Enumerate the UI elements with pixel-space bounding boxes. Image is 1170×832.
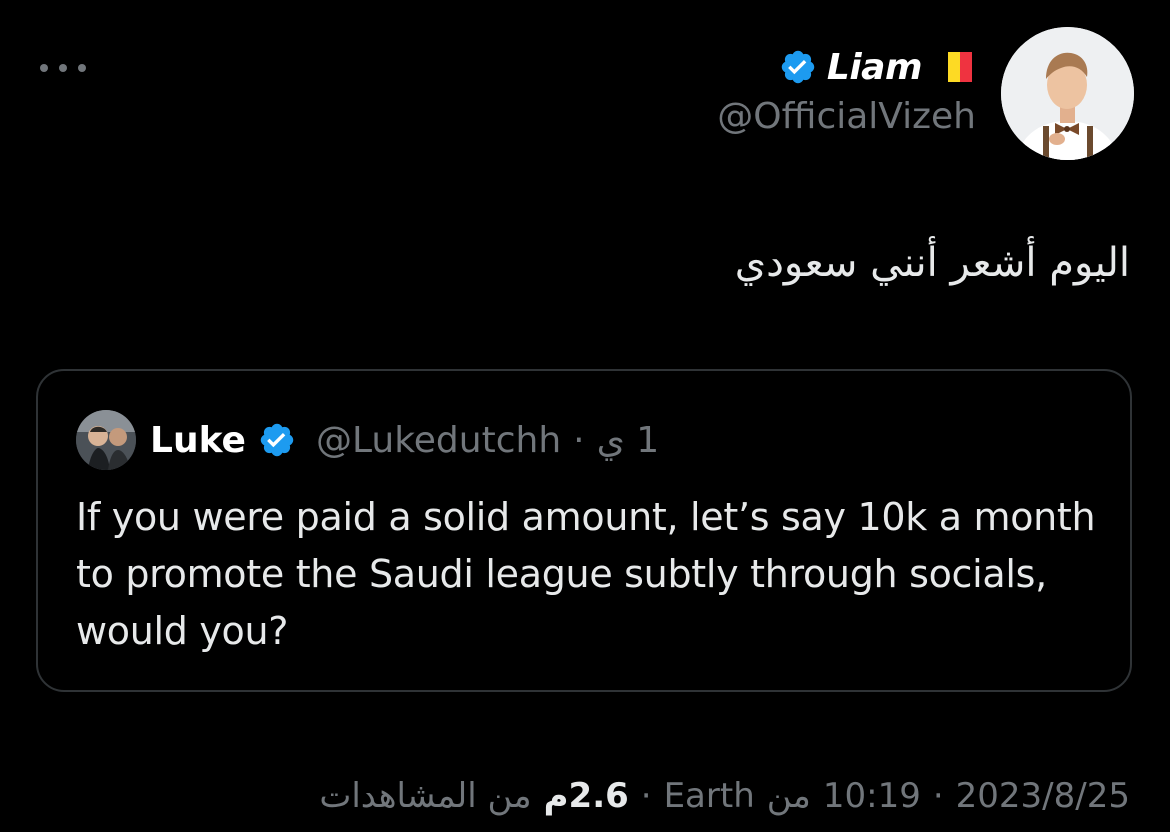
- tweet-text: اليوم أشعر أنني سعودي: [734, 240, 1130, 286]
- meta-separator: ·: [640, 776, 652, 816]
- author-display-name[interactable]: Liam: [827, 47, 923, 88]
- author-name-row: Liam: [779, 44, 972, 90]
- more-dot-icon: [59, 64, 67, 72]
- tweet-source: Earth: [663, 776, 755, 816]
- quoted-timestamp[interactable]: 1 ي: [597, 420, 660, 461]
- quoted-tweet-card[interactable]: Luke @Lukedutchh · 1 ي If you were paid …: [36, 369, 1132, 692]
- quoted-author-avatar[interactable]: [76, 410, 136, 470]
- more-dot-icon: [40, 64, 48, 72]
- tweet-date[interactable]: 2023/8/25: [956, 776, 1130, 816]
- person-avatar-icon: [76, 410, 136, 470]
- tweet-meta: 2023/8/25 · 10:19 من Earth · 2.6م من الم…: [319, 772, 1130, 820]
- more-options-button[interactable]: [40, 58, 86, 78]
- quoted-display-name[interactable]: Luke: [150, 420, 246, 461]
- verified-badge-icon: [781, 50, 815, 84]
- tweet-time[interactable]: 10:19: [823, 776, 921, 816]
- quoted-separator: ·: [573, 419, 585, 461]
- belgium-flag-icon: [936, 52, 972, 82]
- views-label: من المشاهدات: [319, 776, 532, 816]
- more-dot-icon: [78, 64, 86, 72]
- meta-separator: ·: [932, 776, 944, 816]
- source-prefix: من: [766, 776, 811, 816]
- quoted-handle[interactable]: @Lukedutchh: [316, 420, 561, 461]
- person-avatar-icon: [1001, 27, 1134, 160]
- quoted-tweet-header: Luke @Lukedutchh · 1 ي: [76, 409, 659, 471]
- quoted-tweet-text: If you were paid a solid amount, let’s s…: [76, 495, 1096, 653]
- verified-badge-icon: [260, 423, 294, 457]
- views-count[interactable]: 2.6م: [544, 776, 629, 816]
- author-avatar[interactable]: [1001, 27, 1134, 160]
- author-handle[interactable]: @OfficialVizeh: [717, 96, 976, 137]
